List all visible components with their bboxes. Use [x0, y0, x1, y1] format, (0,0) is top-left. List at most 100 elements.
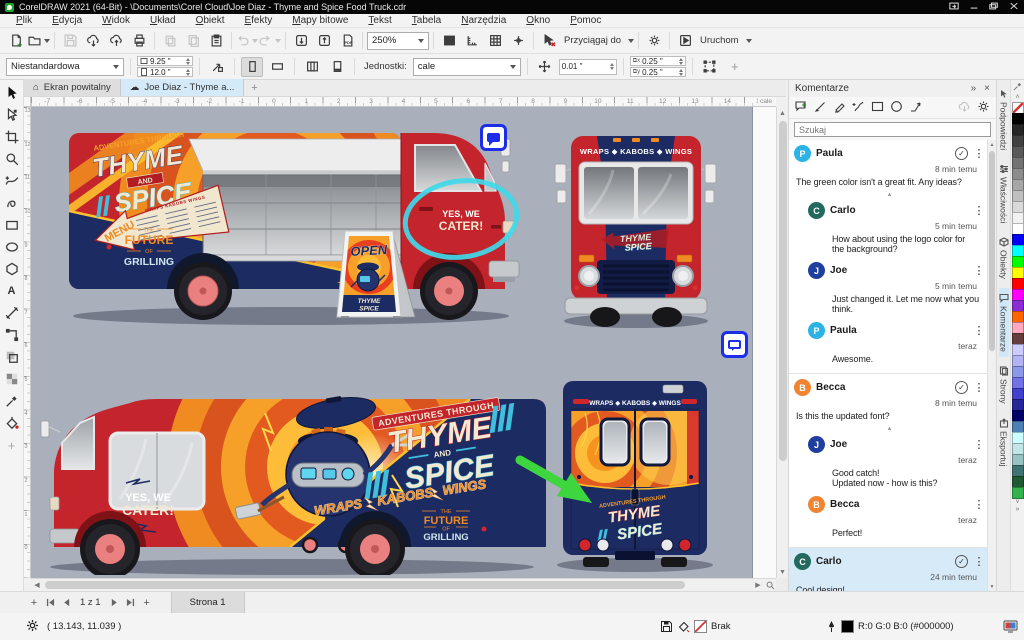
drawing-canvas[interactable]: ADVENTURES THROUGH THYME AND SPICE MENU … [31, 107, 776, 578]
comment-thread-3-selected[interactable]: C Carlo ✓ ⋮ 24 min temu Cool design! [789, 548, 987, 591]
comments-settings-gear-icon[interactable] [977, 100, 990, 116]
cloud-upload-icon[interactable] [105, 31, 127, 51]
ellipse-tool[interactable] [1, 236, 23, 258]
launch-label[interactable]: Uruchom [700, 35, 739, 46]
new-document-button[interactable] [5, 31, 27, 51]
docker-tab-podpowiedzi[interactable]: Podpowiedzi [999, 84, 1009, 155]
draw-pen-button[interactable] [814, 100, 827, 116]
freehand-tool[interactable] [1, 170, 23, 192]
snap-to-label[interactable]: Przyciągaj do [564, 35, 621, 46]
menu-okno[interactable]: Okno [516, 15, 560, 26]
current-page-button[interactable] [326, 57, 348, 77]
eyedropper-tool[interactable] [1, 390, 23, 412]
export-button[interactable] [313, 31, 335, 51]
add-comment-button[interactable] [795, 100, 808, 116]
menu-uklad[interactable]: Układ [140, 15, 186, 26]
palette-eyedropper-icon[interactable] [1013, 82, 1022, 94]
print-button[interactable] [128, 31, 150, 51]
scroll-up-icon[interactable]: ▲ [777, 107, 789, 119]
orientation-angle-button[interactable] [206, 57, 228, 77]
fullscreen-preview-button[interactable] [438, 31, 460, 51]
minimize-button[interactable] [969, 2, 979, 12]
menu-widok[interactable]: Widok [92, 15, 140, 26]
palette-scroll-up-icon[interactable]: ˄ [1015, 94, 1019, 101]
zoom-corner-icon[interactable] [764, 579, 776, 591]
docker-tab-komentarze[interactable]: Komentarze [999, 288, 1009, 357]
page-height-field[interactable]: 12.0 " [137, 67, 193, 77]
comment-reply[interactable]: P Paula ⋮ teraz Awesome. [808, 319, 985, 369]
menu-edycja[interactable]: Edycja [42, 15, 92, 26]
open-button[interactable] [28, 31, 50, 51]
truck-side-view-bottom[interactable]: YES, WE CATER! [40, 379, 555, 575]
comment-reply[interactable]: J Joe ⋮ teraz Good catch! Updated now - … [808, 433, 985, 493]
comment-reply[interactable]: B Becca ⋮ teraz Perfect! [808, 493, 985, 543]
cast-window-icon[interactable] [949, 2, 959, 12]
comments-search-input[interactable] [794, 122, 991, 137]
show-grid-button[interactable] [484, 31, 506, 51]
comment-thread-2[interactable]: B Becca ✓ ⋮ 8 min temu Is this the updat… [789, 374, 987, 548]
docker-tab-obiekty[interactable]: Obiekty [999, 232, 1009, 284]
duplicate-y-field[interactable]: ⧉y0.25 " [630, 67, 686, 77]
add-page-before-button[interactable]: + [26, 595, 42, 611]
comment-marker-icon[interactable] [480, 124, 507, 151]
add-tool-button[interactable]: + [1, 434, 23, 456]
tab-welcome-screen[interactable]: ⌂Ekran powitalny [24, 79, 121, 96]
polygon-tool[interactable] [1, 258, 23, 280]
comment-reply[interactable]: J Joe ⋮ 5 min temu Just changed it. Let … [808, 259, 985, 319]
page-tab-strona-1[interactable]: Strona 1 [171, 592, 245, 614]
first-page-button[interactable] [42, 595, 58, 611]
tab-document[interactable]: ☁Joe Diaz - Thyme a... [121, 79, 245, 96]
previous-page-button[interactable] [58, 595, 74, 611]
portrait-button[interactable] [241, 57, 263, 77]
crop-tool[interactable] [1, 126, 23, 148]
palette-scroll-down-icon[interactable]: ˅ [1015, 499, 1019, 506]
comments-scrollbar[interactable]: ▲ ▼ [987, 140, 996, 591]
comments-scroll-up-icon[interactable]: ▲ [988, 140, 997, 149]
menu-obiekt[interactable]: Obiekt [186, 15, 235, 26]
drop-shadow-tool[interactable] [1, 346, 23, 368]
pick-tool[interactable] [1, 82, 23, 104]
docker-tab-eksportuj[interactable]: Eksportuj [999, 413, 1009, 471]
transparency-tool[interactable] [1, 368, 23, 390]
vertical-scrollbar[interactable]: ▲ ▼ [776, 107, 788, 578]
menu-tabela[interactable]: Tabela [402, 15, 451, 26]
all-pages-button[interactable] [301, 57, 323, 77]
truck-side-view-top[interactable]: ADVENTURES THROUGH THYME AND SPICE MENU … [61, 115, 521, 330]
comment-menu-icon[interactable]: ⋮ [973, 381, 985, 394]
horizontal-scroll-thumb[interactable] [45, 581, 685, 589]
snap-to-dropdown-icon[interactable] [628, 39, 634, 43]
last-page-button[interactable] [123, 595, 139, 611]
dimension-tool[interactable] [1, 302, 23, 324]
scroll-left-icon[interactable]: ◀ [31, 579, 43, 591]
comment-menu-icon[interactable]: ⋮ [973, 147, 985, 160]
collapse-replies-icon[interactable]: ▲ [794, 426, 985, 433]
menu-efekty[interactable]: Efekty [234, 15, 282, 26]
launch-icon[interactable] [674, 31, 696, 51]
save-button[interactable] [59, 31, 81, 51]
snap-marker-button[interactable] [507, 31, 529, 51]
horizontal-scrollbar[interactable]: ◀ ▶ [31, 578, 776, 591]
comment-menu-icon[interactable]: ⋮ [973, 204, 985, 217]
add-page-after-button[interactable]: + [139, 595, 155, 611]
resolve-check-icon[interactable]: ✓ [955, 147, 968, 160]
new-tab-button[interactable]: + [244, 79, 264, 96]
comment-menu-icon[interactable]: ⋮ [973, 438, 985, 451]
duplicate-x-field[interactable]: ⧉x0.25 " [630, 56, 686, 66]
arrow-annotation-button[interactable] [909, 100, 922, 116]
menu-narzedzia[interactable]: Narzędzia [451, 15, 516, 26]
publish-pdf-button[interactable]: PDF [336, 31, 358, 51]
import-button[interactable] [290, 31, 312, 51]
comments-scroll-down-icon[interactable]: ▼ [988, 582, 997, 591]
options-gear-button[interactable] [643, 31, 665, 51]
connector-tool[interactable] [1, 324, 23, 346]
comment-marker-icon-2[interactable] [721, 331, 748, 358]
interactive-fill-tool[interactable] [1, 412, 23, 434]
resolve-check-icon[interactable]: ✓ [955, 555, 968, 568]
comment-menu-icon[interactable]: ⋮ [973, 324, 985, 337]
menu-pomoc[interactable]: Pomoc [560, 15, 611, 26]
add-property-button[interactable]: + [724, 57, 746, 77]
launch-dropdown-icon[interactable] [746, 39, 752, 43]
palette-expand-icon[interactable]: » [1016, 506, 1020, 513]
comment-menu-icon[interactable]: ⋮ [973, 264, 985, 277]
nudge-field[interactable]: 0.01 " [559, 59, 617, 75]
